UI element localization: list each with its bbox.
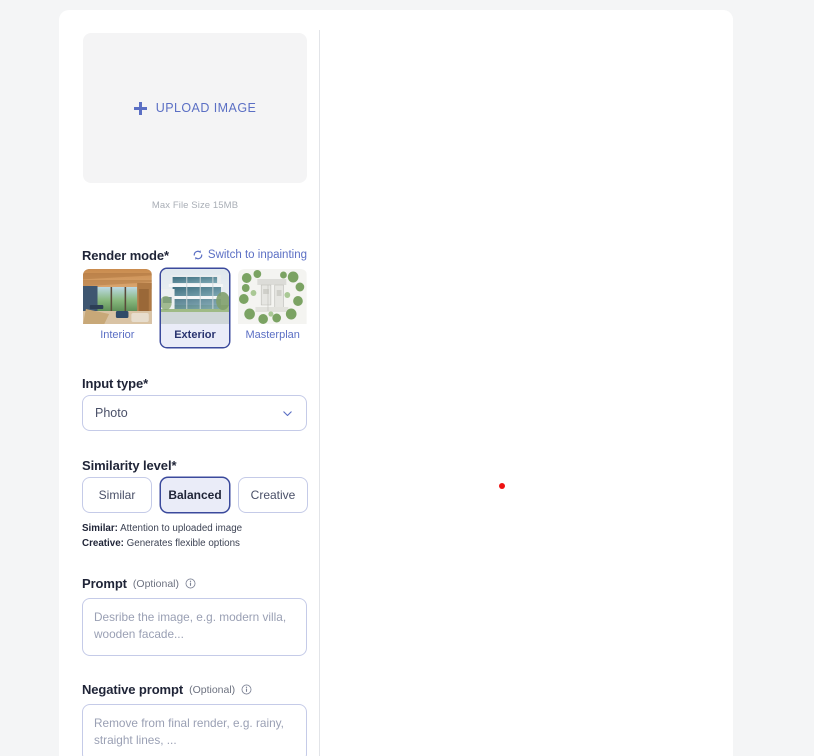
input-type-selected-value: Photo xyxy=(95,406,128,420)
render-mode-label-exterior: Exterior xyxy=(160,324,230,347)
similarity-hint-similar-text: Attention to uploaded image xyxy=(117,523,243,534)
render-mode-options: Interior Exterior Masterplan xyxy=(82,268,309,348)
similarity-level-header: Similarity level* xyxy=(82,457,177,475)
chevron-down-icon xyxy=(283,410,292,416)
settings-panel: UPLOAD IMAGE Max File Size 15MB Render m… xyxy=(59,10,319,756)
similarity-hint-creative-text: Generates flexible options xyxy=(123,538,240,549)
similarity-hint-creative: Creative: Generates flexible options xyxy=(82,536,308,551)
render-mode-option-interior[interactable]: Interior xyxy=(82,268,153,348)
upload-image-dropzone[interactable]: UPLOAD IMAGE xyxy=(83,33,307,183)
upload-button[interactable]: UPLOAD IMAGE xyxy=(133,101,257,115)
similarity-option-similar[interactable]: Similar xyxy=(82,477,152,513)
render-mode-option-exterior[interactable]: Exterior xyxy=(159,268,231,348)
max-file-size-note: Max File Size 15MB xyxy=(151,200,239,211)
info-circle-icon[interactable] xyxy=(241,684,252,695)
negative-prompt-header: Negative prompt (Optional) xyxy=(82,682,252,697)
prompt-title: Prompt xyxy=(82,576,127,591)
similarity-level-title: Similarity level* xyxy=(82,458,177,473)
render-mode-header: Render mode* Switch to inpainting xyxy=(82,248,307,265)
app-card: UPLOAD IMAGE Max File Size 15MB Render m… xyxy=(59,10,733,756)
prompt-optional-tag: (Optional) xyxy=(132,577,180,590)
similarity-hints: Similar: Attention to uploaded image Cre… xyxy=(82,521,308,551)
input-type-title: Input type* xyxy=(82,376,149,391)
similarity-option-creative[interactable]: Creative xyxy=(238,477,308,513)
exterior-thumbnail xyxy=(160,269,230,324)
switch-to-inpainting-label: Switch to inpainting xyxy=(207,249,307,261)
input-type-select[interactable]: Photo xyxy=(82,395,307,431)
render-mode-label-masterplan: Masterplan xyxy=(238,324,308,347)
prompt-header: Prompt (Optional) xyxy=(82,576,196,591)
render-mode-label-interior: Interior xyxy=(83,324,152,347)
info-circle-icon[interactable] xyxy=(185,578,196,589)
masterplan-thumbnail xyxy=(238,269,308,324)
preview-panel[interactable] xyxy=(320,10,733,756)
similarity-hint-creative-term: Creative: xyxy=(82,538,124,549)
negative-prompt-input[interactable] xyxy=(82,704,307,756)
plus-icon xyxy=(133,101,147,115)
canvas-marker-dot xyxy=(499,483,505,489)
negative-prompt-title: Negative prompt xyxy=(82,682,184,697)
interior-thumbnail xyxy=(83,269,152,324)
similarity-level-options: Similar Balanced Creative xyxy=(82,477,308,513)
swap-refresh-icon xyxy=(193,250,203,260)
negative-prompt-optional-tag: (Optional) xyxy=(189,683,236,696)
upload-button-label: UPLOAD IMAGE xyxy=(155,101,257,115)
prompt-input[interactable] xyxy=(82,598,307,656)
similarity-option-balanced[interactable]: Balanced xyxy=(160,477,230,513)
input-type-header: Input type* xyxy=(82,375,148,393)
similarity-hint-similar-term: Similar: xyxy=(82,523,118,534)
similarity-hint-similar: Similar: Attention to uploaded image xyxy=(82,521,308,536)
render-mode-title: Render mode* xyxy=(82,248,169,263)
render-mode-option-masterplan[interactable]: Masterplan xyxy=(237,268,309,348)
switch-to-inpainting-link[interactable]: Switch to inpainting xyxy=(192,249,307,261)
